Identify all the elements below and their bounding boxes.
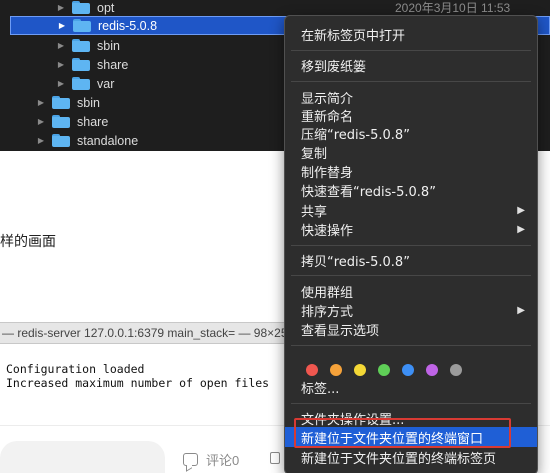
menu-item-label: 制作替身 <box>301 165 354 181</box>
menu-item-label: 使用群组 <box>301 285 354 301</box>
article-text: 样的画面 <box>0 233 56 249</box>
menu-separator <box>291 345 531 346</box>
folder-icon <box>72 39 90 52</box>
finder-row-name: share <box>77 114 109 129</box>
menu-item-rename[interactable]: 重新命名 <box>285 105 537 125</box>
menu-item-compress[interactable]: 压缩“redis-5.0.8” <box>285 123 537 143</box>
tag-green-icon[interactable] <box>378 364 390 376</box>
folder-icon <box>52 115 70 128</box>
folder-icon <box>52 96 70 109</box>
disclosure-triangle-icon[interactable]: ▶ <box>56 3 66 12</box>
finder-row-name: redis-5.0.8 <box>98 18 158 33</box>
disclosure-triangle-icon[interactable]: ▶ <box>36 117 46 126</box>
disclosure-triangle-icon[interactable]: ▶ <box>56 41 66 50</box>
menu-item-tags[interactable]: 标签... <box>285 377 537 397</box>
finder-row-name: sbin <box>97 38 120 53</box>
tag-color-row <box>306 364 474 376</box>
disclosure-triangle-icon[interactable]: ▶ <box>36 136 46 145</box>
menu-item-share[interactable]: 共享 ▶ <box>285 200 537 220</box>
disclosure-triangle-icon[interactable]: ▶ <box>57 21 67 30</box>
menu-item-use-groups[interactable]: 使用群组 <box>285 281 537 301</box>
menu-item-label: 快速操作 <box>301 223 354 239</box>
menu-separator <box>291 245 531 246</box>
share-icon[interactable] <box>270 452 280 464</box>
folder-icon <box>73 19 91 32</box>
menu-item-quick-look[interactable]: 快速查看“redis-5.0.8” <box>285 180 537 200</box>
terminal-line: Increased maximum number of open files <box>6 376 270 390</box>
tag-yellow-icon[interactable] <box>354 364 366 376</box>
terminal-line: Configuration loaded <box>6 362 145 376</box>
menu-item-copy[interactable]: 拷贝“redis-5.0.8” <box>285 250 537 270</box>
menu-item-view-options[interactable]: 查看显示选项 <box>285 319 537 339</box>
disclosure-triangle-icon[interactable]: ▶ <box>56 60 66 69</box>
submenu-chevron-icon: ▶ <box>517 204 525 216</box>
folder-icon <box>72 1 90 14</box>
terminal-body: Configuration loaded Increased maximum n… <box>0 344 300 400</box>
terminal-title-bar: — redis-server 127.0.0.1:6379 main_stack… <box>0 322 300 344</box>
menu-item-label: 新建位于文件夹位置的终端标签页 <box>301 451 497 467</box>
menu-item-label: 重新命名 <box>301 109 354 125</box>
comment-button[interactable]: 评论0 <box>183 450 239 469</box>
menu-item-make-alias[interactable]: 制作替身 <box>285 161 537 181</box>
folder-icon <box>52 134 70 147</box>
submenu-chevron-icon: ▶ <box>517 304 525 316</box>
comment-input[interactable] <box>0 441 165 473</box>
menu-item-label: 查看显示选项 <box>301 323 380 339</box>
menu-item-label: 显示简介 <box>301 91 354 107</box>
finder-row-name: sbin <box>77 95 100 110</box>
tag-blue-icon[interactable] <box>402 364 414 376</box>
tag-purple-icon[interactable] <box>426 364 438 376</box>
tag-orange-icon[interactable] <box>330 364 342 376</box>
comment-count: 评论0 <box>206 453 240 468</box>
menu-item-get-info[interactable]: 显示简介 <box>285 87 537 107</box>
finder-row-name: var <box>97 76 115 91</box>
disclosure-triangle-icon[interactable]: ▶ <box>36 98 46 107</box>
menu-item-label: 在新标签页中打开 <box>301 28 406 44</box>
disclosure-triangle-icon[interactable]: ▶ <box>56 79 66 88</box>
folder-icon <box>72 58 90 71</box>
menu-item-quick-actions[interactable]: 快速操作 ▶ <box>285 219 537 239</box>
finder-row-name: standalone <box>77 133 139 148</box>
finder-row-name: opt <box>97 0 115 15</box>
menu-item-open-in-new-tab[interactable]: 在新标签页中打开 <box>285 24 537 44</box>
highlight-annotation-box <box>294 418 511 448</box>
menu-item-new-terminal-tab-at-folder[interactable]: 新建位于文件夹位置的终端标签页 <box>285 447 537 467</box>
menu-item-label: 共享 <box>301 204 328 220</box>
submenu-chevron-icon: ▶ <box>517 223 525 235</box>
tag-red-icon[interactable] <box>306 364 318 376</box>
menu-item-duplicate[interactable]: 复制 <box>285 142 537 162</box>
menu-item-move-to-trash[interactable]: 移到废纸篓 <box>285 55 537 75</box>
menu-separator <box>291 81 531 82</box>
menu-separator <box>291 275 531 276</box>
menu-separator <box>291 403 531 404</box>
menu-item-label: 标签... <box>301 381 340 397</box>
tag-gray-icon[interactable] <box>450 364 462 376</box>
menu-item-label: 移到废纸篓 <box>301 59 367 75</box>
finder-row-date: 2020年3月10日 11:53 <box>395 1 511 15</box>
comment-icon <box>183 453 198 466</box>
menu-item-label: 排序方式 <box>301 304 354 320</box>
finder-row-name: share <box>97 57 129 72</box>
menu-item-label: 快速查看“redis-5.0.8” <box>301 184 436 200</box>
folder-icon <box>72 77 90 90</box>
menu-item-label: 复制 <box>301 146 328 162</box>
menu-item-sort-by[interactable]: 排序方式 ▶ <box>285 300 537 320</box>
menu-item-label: 拷贝“redis-5.0.8” <box>301 254 410 270</box>
menu-item-label: 压缩“redis-5.0.8” <box>301 127 410 143</box>
menu-separator <box>291 50 531 51</box>
context-menu: 在新标签页中打开 移到废纸篓 显示简介 重新命名 压缩“redis-5.0.8”… <box>284 15 538 473</box>
